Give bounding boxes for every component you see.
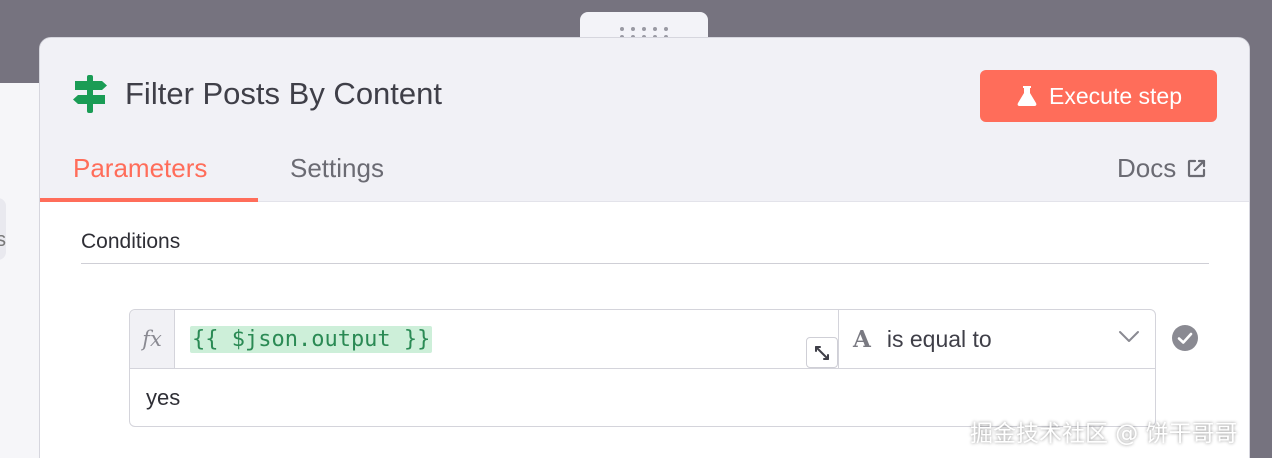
execute-step-label: Execute step	[1049, 82, 1182, 109]
condition-row: fx {{ $json.output }} A is equal to yes	[129, 309, 1156, 427]
check-circle-icon[interactable]	[1171, 324, 1199, 352]
expand-editor-button[interactable]	[806, 337, 838, 368]
docs-label: Docs	[1117, 153, 1177, 183]
tab-parameters[interactable]: Parameters	[73, 153, 207, 184]
tab-settings[interactable]: Settings	[290, 153, 384, 184]
external-link-icon	[1188, 159, 1206, 178]
expression-mode-indicator: fx	[130, 310, 175, 368]
background-partial-text: s	[0, 229, 6, 251]
signpost-icon	[73, 75, 107, 113]
left-value-expression-input[interactable]: {{ $json.output }}	[190, 326, 433, 353]
execute-step-button[interactable]: Execute step	[980, 70, 1217, 122]
flask-icon	[1017, 86, 1037, 106]
panel-header: Filter Posts By Content Execute step Par…	[40, 38, 1249, 202]
docs-link[interactable]: Docs	[1117, 153, 1207, 184]
expand-arrow-icon	[815, 345, 829, 360]
conditions-heading: Conditions	[81, 230, 181, 253]
active-tab-indicator	[40, 198, 258, 202]
node-settings-panel: Filter Posts By Content Execute step Par…	[39, 37, 1250, 458]
section-divider	[81, 263, 1209, 264]
condition-divider	[130, 368, 1155, 369]
operator-label: is equal to	[886, 325, 992, 352]
watermark: 掘金技术社区 @ 饼干哥哥	[970, 421, 1238, 447]
string-type-icon: A	[853, 325, 871, 353]
operator-select[interactable]: A is equal to	[838, 310, 1156, 368]
right-value-input[interactable]: yes	[146, 385, 180, 411]
node-title[interactable]: Filter Posts By Content	[125, 76, 442, 112]
chevron-down-icon	[1119, 331, 1139, 342]
